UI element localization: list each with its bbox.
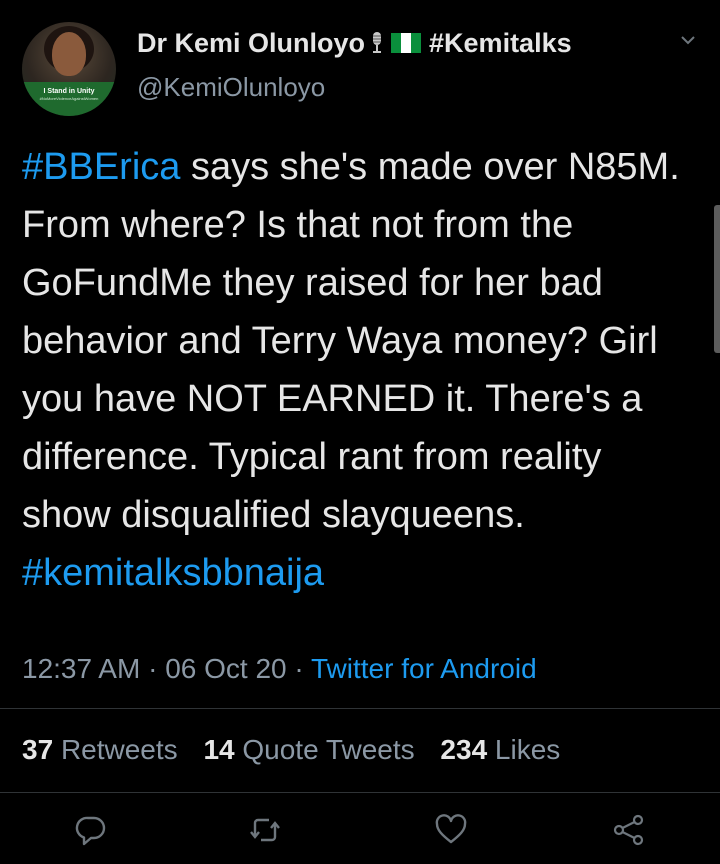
avatar-face [52, 32, 86, 76]
quotes-count: 14 [203, 734, 235, 765]
quotes-stat[interactable]: 14 Quote Tweets [203, 734, 414, 765]
retweets-label: Retweets [60, 734, 178, 765]
divider [0, 708, 720, 709]
retweets-stat[interactable]: 37 Retweets [22, 734, 178, 765]
tweet-text: #BBErica says she's made over N85M. From… [22, 138, 692, 602]
tweet-source[interactable]: Twitter for Android [311, 653, 537, 684]
likes-label: Likes [494, 734, 561, 765]
hashtag-link[interactable]: #kemitalksbbnaija [22, 552, 324, 594]
retweets-count: 37 [22, 734, 54, 765]
tweet-body: says she's made over N85M. From where? I… [22, 146, 680, 536]
scrollbar[interactable] [714, 205, 720, 353]
name-suffix: #Kemitalks [429, 28, 572, 58]
likes-count: 234 [440, 734, 488, 765]
meta-separator: · [294, 653, 304, 684]
tweet-time[interactable]: 12:37 AM [22, 653, 140, 684]
meta-separator: · [148, 653, 158, 684]
avatar[interactable]: I Stand in Unity #NoMoreViolenceAgainstW… [22, 22, 116, 116]
tweet-meta: 12:37 AM · 06 Oct 20 · Twitter for Andro… [22, 653, 537, 685]
action-bar [0, 805, 720, 855]
avatar-banner-text: I Stand in Unity [43, 88, 95, 95]
tweet-header: I Stand in Unity #NoMoreViolenceAgainstW… [0, 0, 720, 120]
hashtag-link[interactable]: #BBErica [22, 146, 180, 188]
avatar-banner: I Stand in Unity #NoMoreViolenceAgainstW… [22, 82, 116, 116]
divider [0, 792, 720, 793]
display-name[interactable]: Dr Kemi Olunloyo #Kemitalks [137, 28, 572, 59]
nigeria-flag-icon [391, 29, 422, 53]
tweet-stats: 37 Retweets 14 Quote Tweets 234 Likes [22, 734, 578, 766]
likes-stat[interactable]: 234 Likes [440, 734, 560, 765]
user-handle[interactable]: @KemiOlunloyo [137, 72, 325, 103]
chevron-down-icon[interactable] [680, 32, 696, 48]
retweet-icon[interactable] [248, 813, 282, 847]
like-icon[interactable] [434, 813, 468, 847]
reply-icon[interactable] [74, 813, 108, 847]
display-name-text: Dr Kemi Olunloyo [137, 28, 366, 58]
microphone-icon [371, 30, 383, 53]
share-icon[interactable] [612, 813, 646, 847]
avatar-banner-subtext: #NoMoreViolenceAgainstWomen [39, 96, 99, 101]
quotes-label: Quote Tweets [242, 734, 415, 765]
tweet-date[interactable]: 06 Oct 20 [165, 653, 286, 684]
